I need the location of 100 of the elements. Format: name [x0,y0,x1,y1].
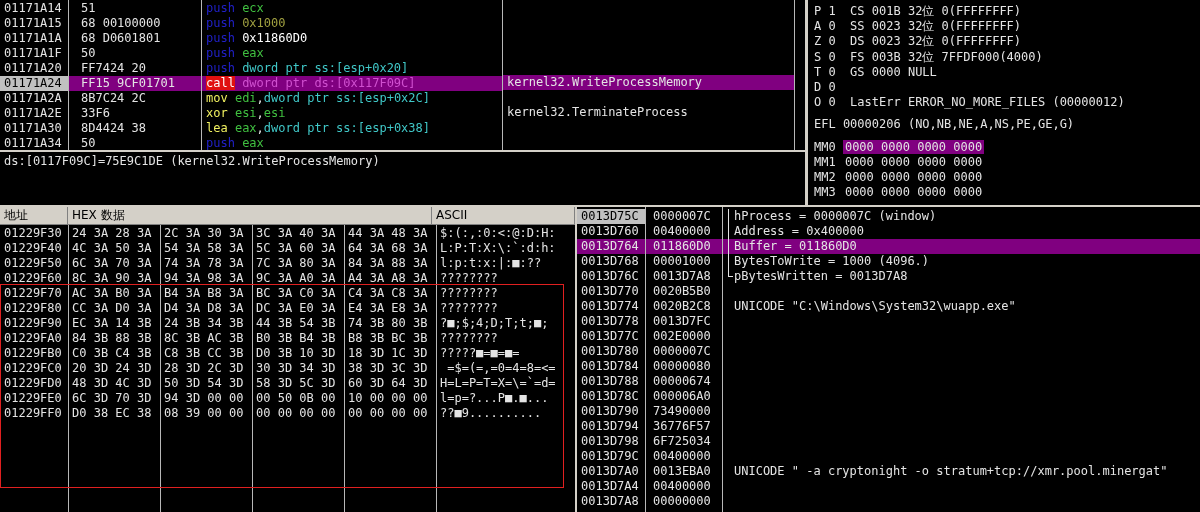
address-cell-text: 0013D79C [580,449,640,464]
ascii-cell-text: $:(:,:0:<:@:D:H: [439,226,557,241]
instruction-cell-text: push eax [205,136,265,150]
register-line: P 1 CS 001B 32位 0(FFFFFFFF) [814,4,1023,20]
hex-cell-text: 20 3D 24 3D [71,361,153,376]
address-cell-text: 0013D7A0 [580,464,640,479]
bytes-cell-text: 8D4424 38 [80,121,148,136]
value-cell-text: 00000080 [652,359,712,374]
hex-cell-text: A4 3A A8 3A [347,271,429,286]
hex-cell-text: AC 3A B0 3A [71,286,153,301]
hex-cell-text: B4 3A B8 3A [163,286,245,301]
value-cell-text: 00400000 [652,449,712,464]
hex-cell-text: 84 3A 88 3A [347,256,429,271]
comment-cell: Buffer = 011860D0 [733,239,857,254]
address-cell-text: 01171A2A [3,91,63,106]
address-cell-text: 0013D790 [580,404,640,419]
address-cell-text: 01171A14 [3,1,63,16]
address-cell: 0013D764 [577,239,645,254]
hex-cell-text: 48 3D 4C 3D [71,376,153,391]
hex-cell-text: BC 3A C0 3A [255,286,337,301]
hex-cell-text: C4 3A C8 3A [347,286,429,301]
hex-cell-text: 2C 3A 30 3A [163,226,245,241]
bytes-cell-text: 33F6 [80,106,111,121]
ascii-cell-text: ?■;$;4;D;T;t;■; [439,316,550,331]
register-name: MM0 [814,139,836,154]
column-header[interactable]: ASCII [432,207,575,224]
column-header[interactable]: 地址 [0,207,68,224]
instruction-cell-text: push 0x1000 [205,16,287,31]
comment-cell: UNICODE " -a cryptonight -o stratum+tcp://xmr.pool.minergat" [733,464,1168,479]
bytes-cell-text: 51 [80,1,97,16]
comment-cell: pBytesWritten = 0013D7A8 [733,269,908,284]
hex-cell-text: 6C 3D 70 3D [71,391,153,406]
bytes-cell-text: FF7424 20 [80,61,148,76]
ascii-cell-text: l:p:t:x:|:■:?? [439,256,543,271]
address-cell-text: 01171A2E [3,106,63,121]
hex-cell-text: 28 3D 2C 3D [163,361,245,376]
address-cell-text: 01229FA0 [3,331,63,346]
hex-cell-text: 7C 3A 80 3A [255,256,337,271]
address-cell-text: 01229F80 [3,301,63,316]
address-cell-text: 0013D778 [580,314,640,329]
eflags-line: EFL 00000206 (NO,NB,NE,A,NS,PE,GE,G) [814,117,1076,133]
hex-cell-text: 3C 3A 40 3A [255,226,337,241]
instruction-cell-text: xor esi,esi [205,106,287,121]
register-line: D 0 [814,79,837,96]
value-cell-text: 0013D7A8 [652,269,712,284]
bytes-cell-text: 68 D0601801 [80,31,162,46]
comment-cell: UNICODE "C:\Windows\System32\wuapp.exe" [733,299,1016,314]
ascii-cell-text: =$=(=,=0=4=8=<= [446,361,557,376]
address-cell-text: 0013D768 [580,254,640,269]
hex-cell-text: 94 3A 98 3A [163,271,245,286]
hex-cell-text: 60 3D 64 3D [347,376,429,391]
address-cell-text: 0013D774 [580,299,640,314]
instruction-cell: call dword ptr ds:[0x117F09C] [202,76,502,91]
address-cell-text: 0013D77C [580,329,640,344]
instruction-cell-text: lea eax,dword ptr ss:[esp+0x38] [205,121,431,136]
ascii-cell-text: ???????? [439,301,499,316]
hex-cell-text: 8C 3B AC 3B [163,331,245,346]
hex-cell-text: 54 3A 58 3A [163,241,245,256]
address-cell-text: 0013D798 [580,434,640,449]
address-cell-text: 01229F90 [3,316,63,331]
register-line: T 0 GS 0000 NULL [814,64,938,80]
ascii-cell-text: ??■9.......... [439,406,543,421]
value-cell-text: 002E0000 [652,329,712,344]
hex-cell-text: 38 3D 3C 3D [347,361,429,376]
value-cell-text: 00001000 [652,254,712,269]
bytes-cell-text: 8B7C24 2C [80,91,148,106]
address-cell-text: 01229F70 [3,286,63,301]
address-cell-text: 01171A34 [3,136,63,150]
value-cell-text: 00400000 [652,479,712,494]
hex-cell-text: DC 3A E0 3A [255,301,337,316]
address-cell-text: 0013D7A4 [580,479,640,494]
hex-cell-text: D0 38 EC 38 [71,406,153,421]
register-line: S 0 FS 003B 32位 7FFDF000(4000) [814,49,1044,65]
hex-cell-text: 9C 3A A0 3A [255,271,337,286]
ascii-cell-text: ???????? [439,271,499,286]
register-value: 0000 0000 0000 0000 [843,169,984,184]
address-cell-text: 0013D770 [580,284,640,299]
address-cell-text: 01229F40 [3,241,63,256]
address-cell-text: 01229F60 [3,271,63,286]
address-cell-text: 0013D78C [580,389,640,404]
value-cell-text: 73490000 [652,404,712,419]
address-cell-text: 01229FE0 [3,391,63,406]
value-cell-text: 0020B2C8 [652,299,712,314]
bytes-cell-text: 50 [80,46,97,61]
value-cell-text: 00000674 [652,374,712,389]
column-header[interactable]: HEX 数据 [68,207,432,224]
register-name: MM1 [814,154,836,169]
hex-cell-text: 44 3A 48 3A [347,226,429,241]
hex-cell-text: 18 3D 1C 3D [347,346,429,361]
value-cell-text: 00400000 [652,224,712,239]
hex-cell-text: 74 3B 80 3B [347,316,429,331]
address-cell-text: 01171A1F [3,46,63,61]
address-cell-text: 01229FC0 [3,361,63,376]
ascii-cell-text: ?????■=■=■= [439,346,521,361]
address-cell-text: 01171A15 [3,16,63,31]
value-cell-text: 0020B5B0 [652,284,712,299]
hex-cell-text: 74 3A 78 3A [163,256,245,271]
hex-cell-text: E4 3A E8 3A [347,301,429,316]
register-value: 0000 0000 0000 0000 [842,139,985,154]
comment-cell: kernel32.WriteProcessMemory [503,75,794,91]
